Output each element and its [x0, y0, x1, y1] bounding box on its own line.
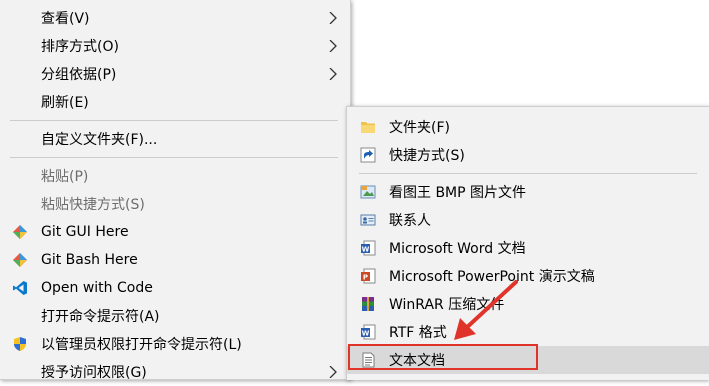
submenu-item-shortcut[interactable]: 快捷方式(S)	[347, 141, 709, 169]
menu-item-label: 排序方式(O)	[41, 39, 119, 55]
menu-item-label: 刷新(E)	[41, 95, 89, 111]
submenu-item-rtf[interactable]: W RTF 格式	[347, 318, 709, 346]
context-menu: 查看(V) 排序方式(O) 分组依据(P) 刷新(E) 自定义文件夹(F)...…	[0, 0, 351, 381]
menu-item-label: RTF 格式	[389, 325, 447, 341]
menu-item-paste[interactable]: 粘贴(P)	[0, 162, 350, 190]
svg-text:W: W	[362, 330, 370, 338]
menu-item-open-with-code[interactable]: Open with Code	[0, 274, 350, 302]
menu-separator	[10, 157, 338, 158]
svg-text:W: W	[362, 246, 370, 254]
annotation-arrow-icon	[454, 280, 518, 340]
menu-item-label: Git Bash Here	[41, 252, 138, 268]
chevron-right-icon	[329, 366, 337, 378]
word-icon: W	[361, 240, 376, 256]
menu-item-label: 联系人	[389, 213, 431, 229]
git-icon	[13, 253, 27, 267]
menu-item-label: 分组依据(P)	[41, 67, 117, 83]
submenu-item-folder[interactable]: 文件夹(F)	[347, 113, 709, 141]
menu-item-open-cmd-admin[interactable]: 以管理员权限打开命令提示符(L)	[0, 330, 350, 358]
contact-icon	[360, 214, 376, 226]
submenu-item-bmp[interactable]: 看图王 BMP 图片文件	[347, 178, 709, 206]
shortcut-icon	[360, 147, 376, 163]
submenu-item-contact[interactable]: 联系人	[347, 206, 709, 234]
menu-item-label: 文件夹(F)	[389, 120, 450, 136]
svg-text:P: P	[363, 274, 368, 282]
menu-item-customize-folder[interactable]: 自定义文件夹(F)...	[0, 125, 350, 153]
menu-item-label: 快捷方式(S)	[389, 148, 465, 164]
menu-item-view[interactable]: 查看(V)	[0, 4, 350, 32]
menu-item-grant-access[interactable]: 授予访问权限(G)	[0, 358, 350, 386]
powerpoint-icon: P	[361, 268, 376, 284]
git-icon	[13, 225, 27, 239]
vscode-icon	[13, 281, 27, 295]
menu-item-label: 自定义文件夹(F)...	[41, 132, 158, 148]
menu-item-label: 打开命令提示符(A)	[41, 309, 160, 325]
menu-item-group-by[interactable]: 分组依据(P)	[0, 60, 350, 88]
menu-item-label: 粘贴(P)	[41, 169, 89, 185]
menu-separator	[359, 173, 697, 174]
menu-separator	[10, 120, 338, 121]
submenu-item-winrar[interactable]: WinRAR 压缩文件	[347, 290, 709, 318]
menu-item-paste-shortcut[interactable]: 粘贴快捷方式(S)	[0, 190, 350, 218]
menu-item-label: 查看(V)	[41, 11, 90, 27]
submenu-item-powerpoint[interactable]: P Microsoft PowerPoint 演示文稿	[347, 262, 709, 290]
menu-item-sort-by[interactable]: 排序方式(O)	[0, 32, 350, 60]
menu-item-git-gui[interactable]: Git GUI Here	[0, 218, 350, 246]
bmp-image-icon	[360, 185, 376, 199]
rtf-icon: W	[361, 324, 376, 340]
menu-item-label: 看图王 BMP 图片文件	[389, 185, 527, 201]
folder-icon	[361, 122, 375, 133]
menu-item-git-bash[interactable]: Git Bash Here	[0, 246, 350, 274]
menu-item-label: 授予访问权限(G)	[41, 365, 147, 381]
submenu-item-word[interactable]: W Microsoft Word 文档	[347, 234, 709, 262]
menu-item-label: Microsoft Word 文档	[389, 241, 526, 257]
chevron-right-icon	[329, 68, 337, 80]
winrar-icon	[362, 297, 374, 311]
uac-shield-icon	[14, 337, 26, 351]
menu-item-refresh[interactable]: 刷新(E)	[0, 88, 350, 116]
menu-item-open-cmd[interactable]: 打开命令提示符(A)	[0, 302, 350, 330]
menu-item-label: Open with Code	[41, 280, 153, 296]
menu-item-label: 粘贴快捷方式(S)	[41, 197, 145, 213]
new-submenu: 文件夹(F) 快捷方式(S) 看图王 BMP 图片文件 联系人 W Micros…	[346, 106, 709, 380]
chevron-right-icon	[329, 40, 337, 52]
menu-item-label: Git GUI Here	[41, 224, 129, 240]
chevron-right-icon	[329, 12, 337, 24]
annotation-highlight-box	[348, 344, 538, 370]
menu-item-label: 以管理员权限打开命令提示符(L)	[41, 337, 242, 353]
